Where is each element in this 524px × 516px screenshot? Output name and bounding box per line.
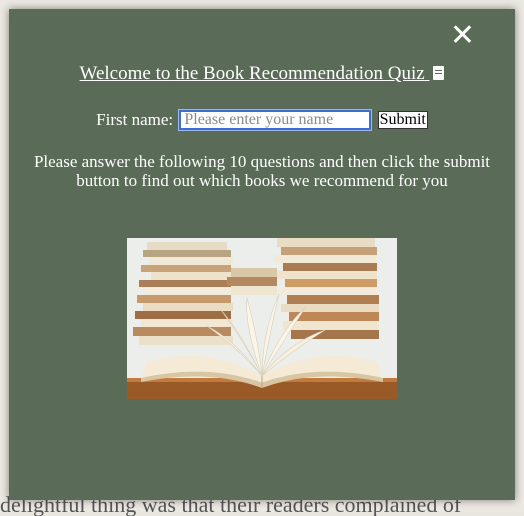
submit-button[interactable]: Submit bbox=[377, 111, 428, 130]
middle-book-stack bbox=[227, 268, 277, 295]
page-title: Welcome to the Book Recommendation Quiz bbox=[9, 63, 515, 85]
first-name-label: First name: bbox=[96, 110, 174, 130]
instructions-text: Please answer the following 10 questions… bbox=[33, 152, 491, 190]
books-photo bbox=[127, 238, 397, 399]
quiz-modal: ✕ Welcome to the Book Recommendation Qui… bbox=[9, 9, 515, 500]
name-form: First name: Submit bbox=[9, 109, 515, 132]
title-text: Welcome to the Book Recommendation Quiz bbox=[79, 63, 425, 84]
close-icon[interactable]: ✕ bbox=[450, 21, 475, 51]
books-illustration bbox=[127, 238, 397, 399]
first-name-input[interactable] bbox=[178, 109, 373, 132]
book-icon bbox=[433, 66, 445, 80]
